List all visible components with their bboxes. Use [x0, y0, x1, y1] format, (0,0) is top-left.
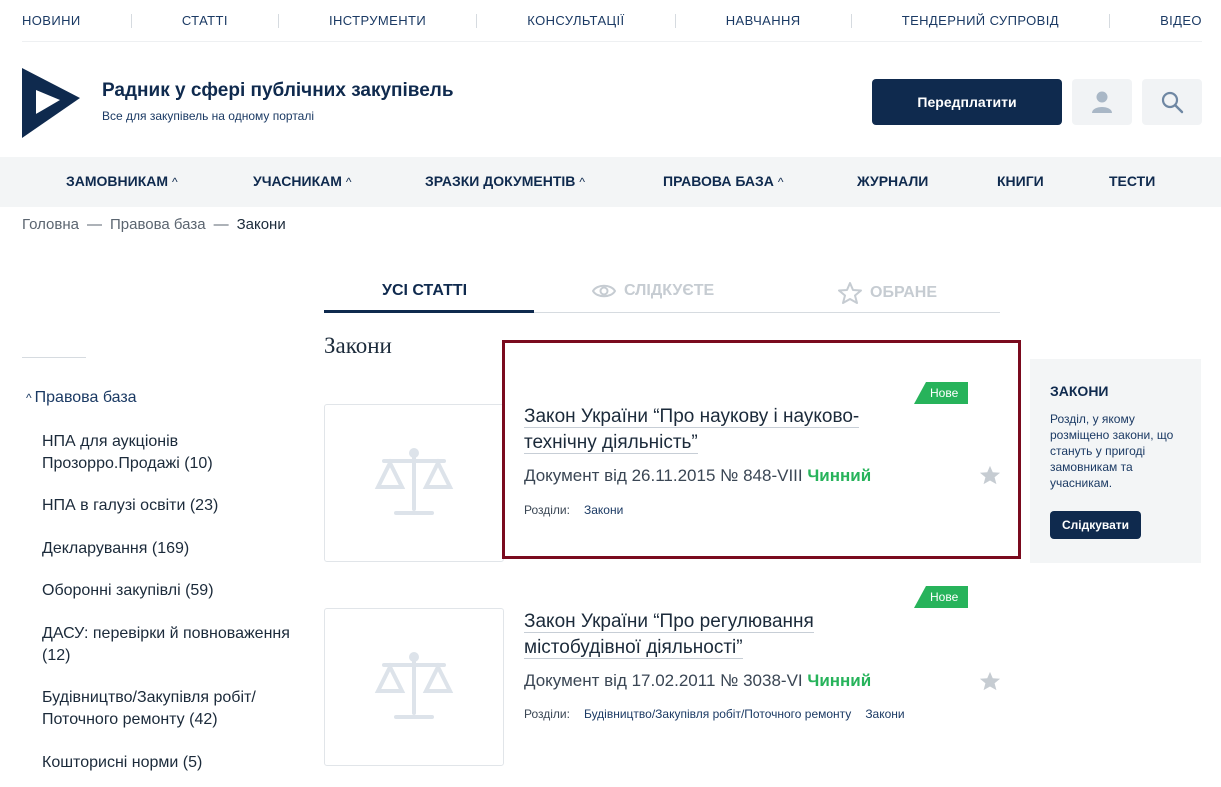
tab-favorites-label: ОБРАНЕ [870, 284, 937, 301]
search-icon [1161, 91, 1184, 114]
nav-document-samples[interactable]: ЗРАЗКИ ДОКУМЕНТІВ ^ [425, 173, 585, 189]
nav-legal-base[interactable]: ПРАВОВА БАЗА ^ [663, 173, 784, 189]
section-title: Закони [324, 333, 392, 358]
divider [1109, 13, 1110, 28]
topnav-tools[interactable]: ІНСТРУМЕНТИ [329, 13, 426, 28]
status-badge: Чинний [807, 671, 872, 690]
nav-customers[interactable]: ЗАМОВНИКАМ ^ [66, 173, 178, 189]
sidebar-root-label: Правова база [34, 389, 137, 406]
topnav-consultations[interactable]: КОНСУЛЬТАЦІЇ [527, 13, 624, 28]
nav-books[interactable]: КНИГИ [997, 173, 1044, 189]
sidebar-divider [22, 357, 86, 358]
main-navigation: ЗАМОВНИКАМ ^ УЧАСНИКАМ ^ ЗРАЗКИ ДОКУМЕНТІВ… [0, 157, 1221, 207]
breadcrumb-separator: — [87, 216, 102, 233]
divider [130, 13, 132, 28]
new-badge: Нове [914, 586, 969, 608]
section-info-box: ЗАКОНИ Розділ, у якому розміщено закони,… [1030, 359, 1201, 563]
tab-favorites[interactable]: ОБРАНЕ [838, 282, 937, 304]
article-thumbnail[interactable] [324, 608, 504, 766]
top-navigation: НОВИНИ СТАТТІ ІНСТРУМЕНТИ КОНСУЛЬТАЦІЇ Н… [22, 0, 1202, 42]
chevron-up-icon: ^ [579, 175, 586, 189]
sections-label: Розділи: [524, 707, 570, 721]
nav-tests[interactable]: ТЕСТИ [1109, 173, 1155, 189]
sidebar-item-defense[interactable]: Оборонні закупівлі (59) [42, 580, 302, 602]
divider [277, 13, 279, 28]
topnav-video[interactable]: ВІДЕО [1160, 13, 1202, 28]
scales-icon [374, 652, 454, 719]
search-button[interactable] [1142, 79, 1202, 125]
nav-legal-label: ПРАВОВА БАЗА [663, 173, 774, 189]
breadcrumb-current: Закони [236, 216, 286, 233]
follow-button[interactable]: Слідкувати [1050, 511, 1141, 539]
nav-participants-label: УЧАСНИКАМ [253, 173, 342, 189]
nav-participants[interactable]: УЧАСНИКАМ ^ [253, 173, 352, 189]
star-outline-icon [838, 282, 862, 304]
chevron-up-icon: ^ [26, 391, 32, 405]
breadcrumb-separator: — [213, 216, 229, 233]
section-link-laws[interactable]: Закони [865, 707, 904, 721]
user-icon [1092, 91, 1112, 113]
subscribe-button[interactable]: Передплатити [872, 79, 1062, 125]
article-title[interactable]: Закон України “Про регулювання містобуді… [524, 609, 904, 661]
breadcrumb-legal-base[interactable]: Правова база [110, 216, 206, 233]
sidebar-item-dasu[interactable]: ДАСУ: перевірки й повноваження (12) [42, 623, 302, 667]
chevron-up-icon: ^ [777, 175, 784, 189]
topnav-tender-support[interactable]: ТЕНДЕРНИЙ СУПРОВІД [902, 13, 1059, 28]
section-link-construction[interactable]: Будівництво/Закупівля робіт/Поточного ре… [584, 707, 851, 721]
sidebar-item-prozorro-sales[interactable]: НПА для аукціонів Прозорро.Продажі (10) [42, 431, 302, 475]
article-document-info: Документ від 17.02.2011 № 3038-VI [524, 671, 803, 690]
article-title-text: Закон України “Про регулювання містобуді… [524, 611, 814, 659]
sidebar-item-education[interactable]: НПА в галузі освіти (23) [42, 495, 302, 517]
sidebar-root-legal-base[interactable]: ^ Правова база [26, 389, 137, 407]
favorite-star-icon[interactable] [979, 670, 1001, 692]
sidebar-item-estimate-norms[interactable]: Кошторисні норми (5) [42, 752, 302, 774]
divider [850, 13, 852, 28]
site-logo[interactable] [22, 68, 82, 138]
tab-all-articles[interactable]: УСІ СТАТТІ [382, 282, 467, 300]
topnav-education[interactable]: НАВЧАННЯ [726, 13, 801, 28]
nav-journals[interactable]: ЖУРНАЛИ [857, 173, 928, 189]
sidebar-item-construction[interactable]: Будівництво/Закупівля робіт/Поточного ре… [42, 687, 302, 731]
article-sections: Розділи: Будівництво/Закупівля робіт/Пото… [524, 707, 919, 721]
user-button[interactable] [1072, 79, 1132, 125]
breadcrumb-home[interactable]: Головна [22, 216, 79, 233]
nav-samples-label: ЗРАЗКИ ДОКУМЕНТІВ [425, 173, 576, 189]
tab-following[interactable]: СЛІДКУЄТЕ [592, 282, 714, 300]
topnav-news[interactable]: НОВИНИ [22, 13, 81, 28]
info-box-description: Розділ, у якому розміщено закони, що ста… [1050, 412, 1174, 490]
site-title[interactable]: Радник у сфері публічних закупівель [102, 80, 454, 102]
article-meta: Документ від 17.02.2011 № 3038-VI Чинний [524, 671, 871, 691]
nav-customers-label: ЗАМОВНИКАМ [66, 173, 169, 189]
scales-icon [374, 448, 454, 515]
sidebar-item-declaration[interactable]: Декларування (169) [42, 538, 302, 560]
info-box-title: ЗАКОНИ [1050, 383, 1109, 399]
chevron-up-icon: ^ [172, 175, 178, 189]
chevron-up-icon: ^ [345, 175, 352, 189]
site-tagline: Все для закупівель на одному порталі [102, 109, 315, 123]
article-tabs: УСІ СТАТТІ СЛІДКУЄТЕ ОБРАНЕ [324, 270, 1000, 313]
divider [674, 13, 676, 28]
article-thumbnail[interactable] [324, 404, 504, 562]
topnav-articles[interactable]: СТАТТІ [182, 13, 228, 28]
breadcrumb: Головна — Правова база — Закони [22, 216, 286, 233]
divider [476, 13, 478, 28]
tab-following-label: СЛІДКУЄТЕ [624, 282, 715, 299]
active-tab-indicator [324, 310, 534, 313]
eye-icon [592, 284, 616, 298]
article-highlight-frame [502, 340, 1021, 559]
